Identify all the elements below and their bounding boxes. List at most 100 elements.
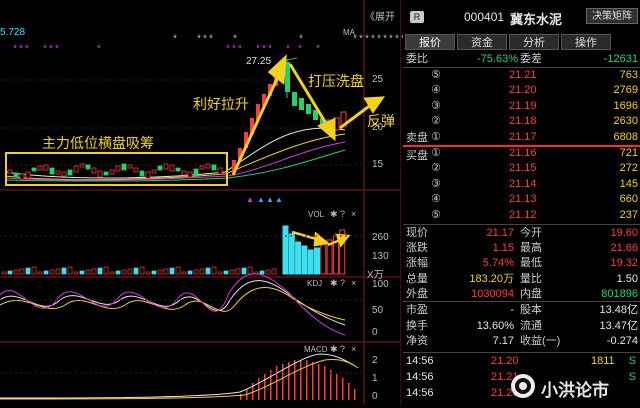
buy-volume: 145 [619,177,638,190]
volume-bar [37,271,43,275]
candle [61,171,67,177]
quote-tabs: 报价 资金 分析 操作 [405,34,640,50]
diff-value: -12631 [603,53,638,65]
buy-price: 21.13 [509,193,537,206]
price-axis-20: 20 [372,122,384,133]
buy-level-row[interactable]: ③ 21.14 145 [403,177,640,192]
quote-stat-row: 总量 183.20万 量比 1.50 [403,272,640,287]
stat-label: 今开 [520,227,542,239]
stat-label: 现价 [406,227,428,239]
stat-label: 涨幅 [406,257,428,270]
tab-quote[interactable]: 报价 [405,34,455,50]
volume-bar [91,268,97,275]
candle [151,169,157,174]
buy-level-row[interactable]: ② 21.15 272 [403,161,640,176]
volume-bar [25,267,31,275]
candle [211,164,217,171]
level-marker: ⑤ [431,69,441,81]
stock-code: 000401 [464,10,505,24]
stat-label: 最低 [520,257,542,270]
kdj-settings-icon[interactable]: ✱ ? [330,278,345,289]
decision-matrix-button[interactable]: 决策矩阵 [586,8,638,24]
candle [43,164,49,171]
expand-toggle[interactable]: 《展开 [365,8,395,23]
candle [79,163,85,168]
stat-value: 21.66 [610,242,638,255]
sell-level-row[interactable]: ④ 21.20 2769 [403,83,640,98]
top-value: 5.728 [0,27,26,38]
buy-price: 21.14 [509,177,537,190]
buy-level-row[interactable]: ⑤ 21.12 237 [403,208,640,223]
stat-label: 收益(一) [520,335,561,348]
volume-bar [241,267,247,275]
candle [19,173,25,180]
candle [139,170,145,177]
stat-value: 5.74% [482,257,514,270]
kdj-close-icon[interactable]: × [351,278,356,288]
candle [37,165,43,171]
stat-label: 市盈 [406,304,428,316]
volume-bar [79,270,85,275]
level-marker: ④ [431,84,441,97]
tick-time: 14:56 [406,371,434,383]
level-marker: ③ [431,99,441,112]
level-marker: ① [431,130,441,143]
candle [187,171,193,178]
macd-settings-icon[interactable]: ✱ ? [330,344,345,355]
kline-chart-area[interactable]: ▲ ▲ ▲ ▲ 5.728 《展开 MA * *** * * *********… [0,0,466,405]
sell-level-row[interactable]: ① 21.17 6808 [403,130,640,145]
tick-volume: 1811 [591,355,615,367]
macd-bars [240,360,356,400]
volume-bar [259,270,265,275]
macd-bar [348,383,350,400]
buy-level-row[interactable]: ① 21.16 721 [403,146,640,161]
sell-price: 21.18 [509,115,537,128]
macd-close-icon[interactable]: × [351,344,356,354]
sell-level-row[interactable]: ③ 21.19 1696 [403,99,640,114]
level-marker: ② [431,115,441,128]
stat-label: 总量 [406,272,428,285]
sell-volume: 763 [619,69,638,81]
tick-time: 14:56 [406,387,434,399]
candle [181,170,187,176]
vol-close-icon[interactable]: × [351,209,356,219]
candle [25,171,31,179]
candle [115,165,121,172]
buy-price: 21.15 [509,162,537,175]
candle [217,167,223,175]
stat-value: 1030094 [471,287,514,300]
candle [103,171,109,176]
stat-value: 183.20万 [469,272,514,285]
stat-value: 19.60 [610,227,638,239]
candle [163,163,169,170]
macd-label: MACD [304,345,328,354]
tab-operation[interactable]: 操作 [561,34,611,50]
stat-value: 13.47亿 [599,319,638,332]
volume-bar [295,241,302,275]
quote-stat-row: 外盘 1030094 内盘 801896 [403,287,640,302]
macd-bar [342,378,344,400]
annotation-good-news: 利好拉升 [193,96,249,112]
volume-bar [151,270,157,275]
candle [205,163,211,169]
tab-analysis[interactable]: 分析 [509,34,559,50]
volume-bar [85,269,91,275]
sell-level-row[interactable]: ② 21.18 2630 [403,114,640,129]
sell-volume: 1696 [613,99,638,112]
tick-flag: S [628,355,636,367]
svg-text:▲: ▲ [246,195,254,204]
sell-price: 21.19 [509,99,537,112]
volume-bar [145,271,151,275]
candle [7,169,13,174]
sell-volume: 2769 [613,84,638,97]
sell-level-row[interactable]: ⑤ 21.21 763 [403,68,640,83]
buy-volume: 660 [619,193,638,206]
tab-funds[interactable]: 资金 [457,34,507,50]
volume-bar [193,269,199,275]
volume-bar [67,266,73,275]
candle [73,165,79,173]
vol-settings-icon[interactable]: ✱ ? [330,209,345,220]
vol-label: VOL [308,210,325,219]
buy-level-row[interactable]: ④ 21.13 660 [403,192,640,207]
volume-bar [314,247,320,275]
